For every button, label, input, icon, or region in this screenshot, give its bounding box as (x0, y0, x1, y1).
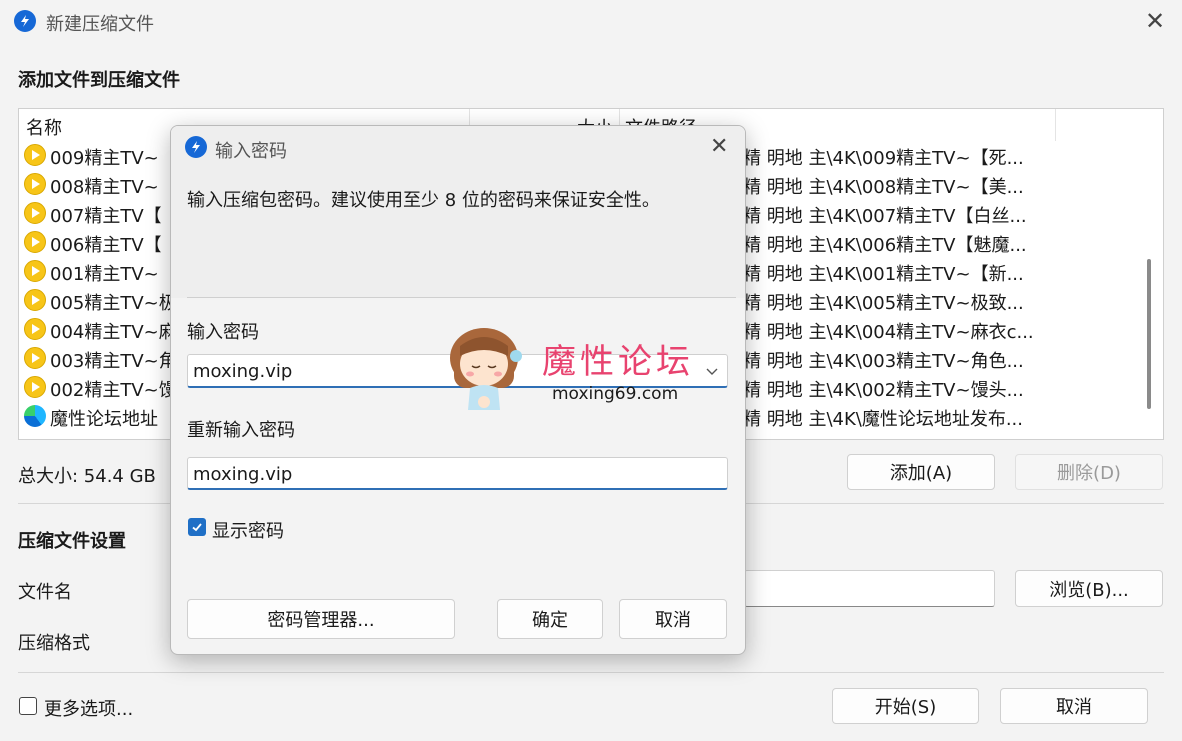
file-name: 008精主TV~ (50, 177, 159, 198)
file-name: 007精主TV【 (50, 206, 162, 227)
confirm-password-label: 重新输入密码 (187, 420, 295, 441)
checkmark-icon (192, 523, 202, 532)
more-options-label: 更多选项... (44, 699, 134, 720)
password-label: 输入密码 (187, 322, 259, 343)
password-manager-button[interactable]: 密码管理器... (187, 599, 455, 639)
video-icon (24, 231, 46, 253)
file-path: 精 明地 主\4K\003精主TV~角色... (743, 351, 1024, 372)
confirm-password-input[interactable]: moxing.vip (187, 457, 728, 490)
file-name: 魔性论坛地址 (50, 409, 158, 430)
dialog-cancel-button[interactable]: 取消 (619, 599, 727, 639)
video-icon (24, 173, 46, 195)
show-password-label: 显示密码 (212, 521, 284, 542)
confirm-password-value: moxing.vip (193, 464, 293, 485)
filename-input[interactable] (744, 570, 995, 607)
video-icon (24, 318, 46, 340)
show-password-checkbox[interactable] (188, 518, 206, 536)
file-name: 002精主TV~馒 (50, 380, 177, 401)
dialog-ok-button[interactable]: 确定 (497, 599, 603, 639)
total-size: 总大小: 54.4 GB (18, 466, 156, 487)
file-path: 精 明地 主\4K\009精主TV~【死... (743, 148, 1024, 169)
edge-browser-icon (24, 405, 46, 427)
file-path: 精 明地 主\4K\魔性论坛地址发布... (743, 409, 1023, 430)
password-dialog: 输入密码 ✕ 输入压缩包密码。建议使用至少 8 位的密码来保证安全性。 输入密码… (170, 125, 746, 655)
start-button[interactable]: 开始(S) (832, 688, 979, 724)
add-files-heading: 添加文件到压缩文件 (18, 70, 180, 91)
format-label: 压缩格式 (18, 633, 90, 654)
password-input[interactable]: moxing.vip (187, 354, 728, 388)
file-path: 精 明地 主\4K\002精主TV~馒头... (743, 380, 1024, 401)
settings-heading: 压缩文件设置 (18, 531, 126, 552)
file-name: 009精主TV~ (50, 148, 159, 169)
window-close-icon[interactable]: ✕ (1145, 9, 1165, 33)
file-name: 005精主TV~极 (50, 293, 177, 314)
video-icon (24, 376, 46, 398)
filename-label: 文件名 (18, 582, 72, 603)
file-name: 003精主TV~角 (50, 351, 177, 372)
video-icon (24, 289, 46, 311)
browse-button[interactable]: 浏览(B)... (1015, 570, 1163, 607)
file-path: 精 明地 主\4K\001精主TV~【新... (743, 264, 1024, 285)
dialog-instruction: 输入压缩包密码。建议使用至少 8 位的密码来保证安全性。 (187, 190, 660, 211)
file-path: 精 明地 主\4K\008精主TV~【美... (743, 177, 1024, 198)
file-name: 001精主TV~ (50, 264, 159, 285)
video-icon (24, 202, 46, 224)
file-name: 006精主TV【 (50, 235, 162, 256)
list-scrollbar[interactable] (1147, 259, 1151, 409)
delete-button[interactable]: 删除(D) (1015, 454, 1163, 490)
column-name[interactable]: 名称 (26, 114, 62, 140)
dialog-title: 输入密码 (215, 141, 287, 162)
video-icon (24, 144, 46, 166)
file-path: 精 明地 主\4K\007精主TV【白丝... (743, 206, 1027, 227)
password-value: moxing.vip (193, 361, 293, 382)
add-button[interactable]: 添加(A) (847, 454, 995, 490)
window-title: 新建压缩文件 (46, 14, 154, 35)
app-logo-icon (14, 10, 36, 32)
dialog-close-icon[interactable]: ✕ (710, 136, 728, 158)
video-icon (24, 347, 46, 369)
video-icon (24, 260, 46, 282)
file-name: 004精主TV~麻 (50, 322, 177, 343)
file-path: 精 明地 主\4K\005精主TV~极致... (743, 293, 1024, 314)
more-options-checkbox[interactable] (19, 697, 37, 715)
dialog-logo-icon (185, 136, 207, 158)
chevron-down-icon[interactable] (705, 362, 719, 376)
main-cancel-button[interactable]: 取消 (1000, 688, 1148, 724)
file-path: 精 明地 主\4K\006精主TV【魅魔... (743, 235, 1027, 256)
file-path: 精 明地 主\4K\004精主TV~麻衣c... (743, 322, 1034, 343)
